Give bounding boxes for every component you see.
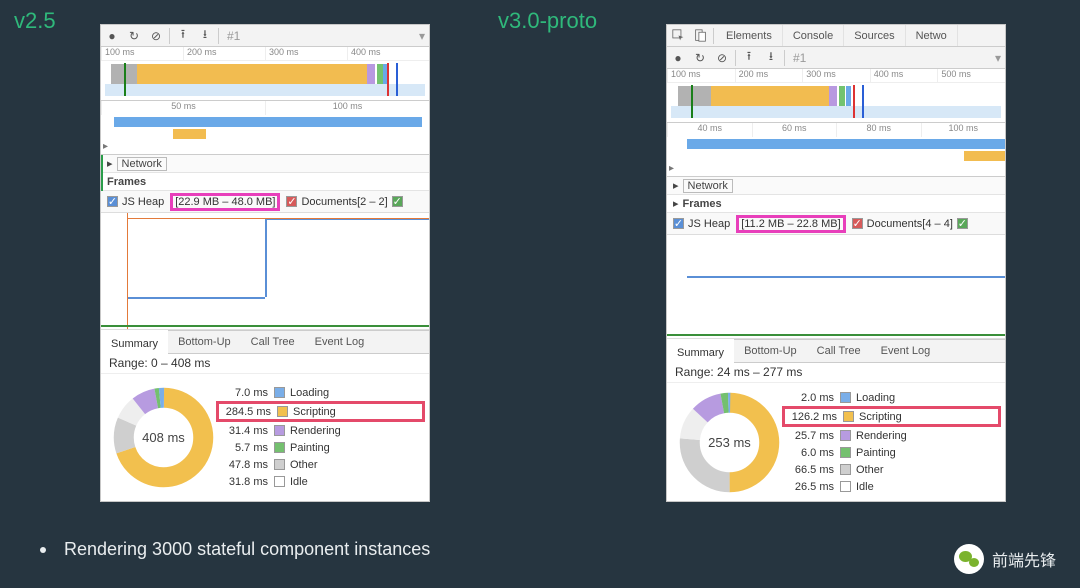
donut-total: 408 ms xyxy=(111,385,216,490)
jsheap-label: JS Heap xyxy=(122,196,164,208)
summary-pane: 408 ms 7.0 msLoading284.5 msScripting31.… xyxy=(101,374,429,502)
tree-row-network[interactable]: ▸ Network xyxy=(101,155,429,173)
tab-elements[interactable]: Elements xyxy=(716,25,783,47)
legend-row: 47.8 msOther xyxy=(216,456,425,473)
overview-timeline[interactable]: 100 ms 200 ms 300 ms 400 ms xyxy=(101,47,429,101)
memory-graph[interactable] xyxy=(667,235,1005,339)
more-icon[interactable]: ▾ xyxy=(991,51,1005,65)
checkbox-next[interactable]: ✓ xyxy=(392,196,403,207)
legend-row: 7.0 msLoading xyxy=(216,384,425,401)
summary-tabs: Summary Bottom-Up Call Tree Event Log xyxy=(101,330,429,354)
legend-row: 26.5 msIdle xyxy=(782,478,1001,495)
jsheap-range-highlight: [22.9 MB – 48.0 MB] xyxy=(170,193,280,211)
more-icon[interactable]: ▾ xyxy=(415,29,429,43)
clear-icon[interactable]: ⊘ xyxy=(711,51,733,65)
tab-eventlog[interactable]: Event Log xyxy=(871,339,941,363)
memory-row: ✓ JS Heap [11.2 MB – 22.8 MB] ✓ Document… xyxy=(667,213,1005,235)
range-label: Range: 0 – 408 ms xyxy=(101,354,429,374)
record-icon[interactable]: ● xyxy=(667,51,689,65)
tab-calltree[interactable]: Call Tree xyxy=(241,330,305,354)
memory-graph[interactable] xyxy=(101,213,429,330)
overview-axis: 100 ms 200 ms 300 ms 400 ms xyxy=(101,47,429,61)
devtools-panel-v30: Elements Console Sources Netwo ● ↻ ⊘ ⭱ ⭳… xyxy=(666,24,1006,502)
donut-total: 253 ms xyxy=(677,390,782,495)
expand-icon[interactable]: ▸ xyxy=(103,141,108,152)
bullet-icon xyxy=(40,547,46,553)
tab-sources[interactable]: Sources xyxy=(844,25,905,47)
session-label[interactable]: #1 xyxy=(787,51,812,65)
checkbox-documents[interactable]: ✓ xyxy=(852,218,863,229)
tab-eventlog[interactable]: Event Log xyxy=(305,330,375,354)
overview-timeline[interactable]: 100 ms 200 ms 300 ms 400 ms 500 ms xyxy=(667,69,1005,123)
upload-icon[interactable]: ⭱ xyxy=(738,47,760,68)
legend-right: 2.0 msLoading126.2 msScripting25.7 msRen… xyxy=(782,389,1001,495)
legend-row: 66.5 msOther xyxy=(782,461,1001,478)
clear-icon[interactable]: ⊘ xyxy=(145,29,167,43)
flame-chart[interactable]: 50 ms 100 ms ▸ xyxy=(101,101,429,155)
summary-pane: 253 ms 2.0 msLoading126.2 msScripting25.… xyxy=(667,383,1005,501)
legend-row: 6.0 msPainting xyxy=(782,444,1001,461)
wechat-icon xyxy=(954,544,984,574)
range-label: Range: 24 ms – 277 ms xyxy=(667,363,1005,383)
device-icon[interactable] xyxy=(689,25,711,47)
tree-row-network[interactable]: ▸ Network xyxy=(667,177,1005,195)
checkbox-jsheap[interactable]: ✓ xyxy=(673,218,684,229)
tab-summary[interactable]: Summary xyxy=(667,339,734,363)
memory-row: ✓ JS Heap [22.9 MB – 48.0 MB] ✓ Document… xyxy=(101,191,429,213)
documents-label: Documents[2 – 2] xyxy=(301,196,387,208)
legend-row: 284.5 msScripting xyxy=(216,401,425,422)
checkbox-jsheap[interactable]: ✓ xyxy=(107,196,118,207)
legend-row: 31.8 msIdle xyxy=(216,473,425,490)
tab-network[interactable]: Netwo xyxy=(906,25,958,47)
watermark: 前端先锋 xyxy=(954,544,1056,574)
legend-left: 7.0 msLoading284.5 msScripting31.4 msRen… xyxy=(216,384,425,490)
jsheap-range-highlight: [11.2 MB – 22.8 MB] xyxy=(736,215,845,233)
summary-tabs: Summary Bottom-Up Call Tree Event Log xyxy=(667,339,1005,363)
reload-icon[interactable]: ↻ xyxy=(123,29,145,43)
devtools-tabstrip: Elements Console Sources Netwo xyxy=(667,25,1005,47)
flame-chart[interactable]: 40 ms 60 ms 80 ms 100 ms ▸ xyxy=(667,123,1005,177)
legend-row: 31.4 msRendering xyxy=(216,422,425,439)
perf-toolbar: ● ↻ ⊘ ⭱ ⭳ #1 ▾ xyxy=(101,25,429,47)
donut-chart: 408 ms xyxy=(111,385,216,490)
reload-icon[interactable]: ↻ xyxy=(689,51,711,65)
tab-console[interactable]: Console xyxy=(783,25,844,47)
perf-toolbar: ● ↻ ⊘ ⭱ ⭳ #1 ▾ xyxy=(667,47,1005,69)
download-icon[interactable]: ⭳ xyxy=(760,47,782,68)
checkbox-documents[interactable]: ✓ xyxy=(286,196,297,207)
tab-bottomup[interactable]: Bottom-Up xyxy=(168,330,241,354)
inspect-icon[interactable] xyxy=(667,25,689,47)
slide-caption: Rendering 3000 stateful component instan… xyxy=(40,539,430,560)
legend-row: 25.7 msRendering xyxy=(782,427,1001,444)
expand-icon[interactable]: ▸ xyxy=(669,163,674,174)
legend-row: 2.0 msLoading xyxy=(782,389,1001,406)
download-icon[interactable]: ⭳ xyxy=(194,25,216,46)
record-icon[interactable]: ● xyxy=(101,29,123,43)
legend-row: 126.2 msScripting xyxy=(782,406,1001,427)
tab-calltree[interactable]: Call Tree xyxy=(807,339,871,363)
tab-bottomup[interactable]: Bottom-Up xyxy=(734,339,807,363)
version-label-left: v2.5 xyxy=(14,8,56,34)
upload-icon[interactable]: ⭱ xyxy=(172,25,194,46)
version-label-right: v3.0-proto xyxy=(498,8,597,34)
devtools-panel-v25: ● ↻ ⊘ ⭱ ⭳ #1 ▾ 100 ms 200 ms 300 ms 400 … xyxy=(100,24,430,502)
session-label[interactable]: #1 xyxy=(221,29,246,43)
legend-row: 5.7 msPainting xyxy=(216,439,425,456)
checkbox-next[interactable]: ✓ xyxy=(957,218,968,229)
donut-chart: 253 ms xyxy=(677,390,782,495)
tab-summary[interactable]: Summary xyxy=(101,330,168,354)
tree-row-frames[interactable]: ▸ Frames xyxy=(667,195,1005,213)
tree-row-frames[interactable]: Frames xyxy=(101,173,429,191)
